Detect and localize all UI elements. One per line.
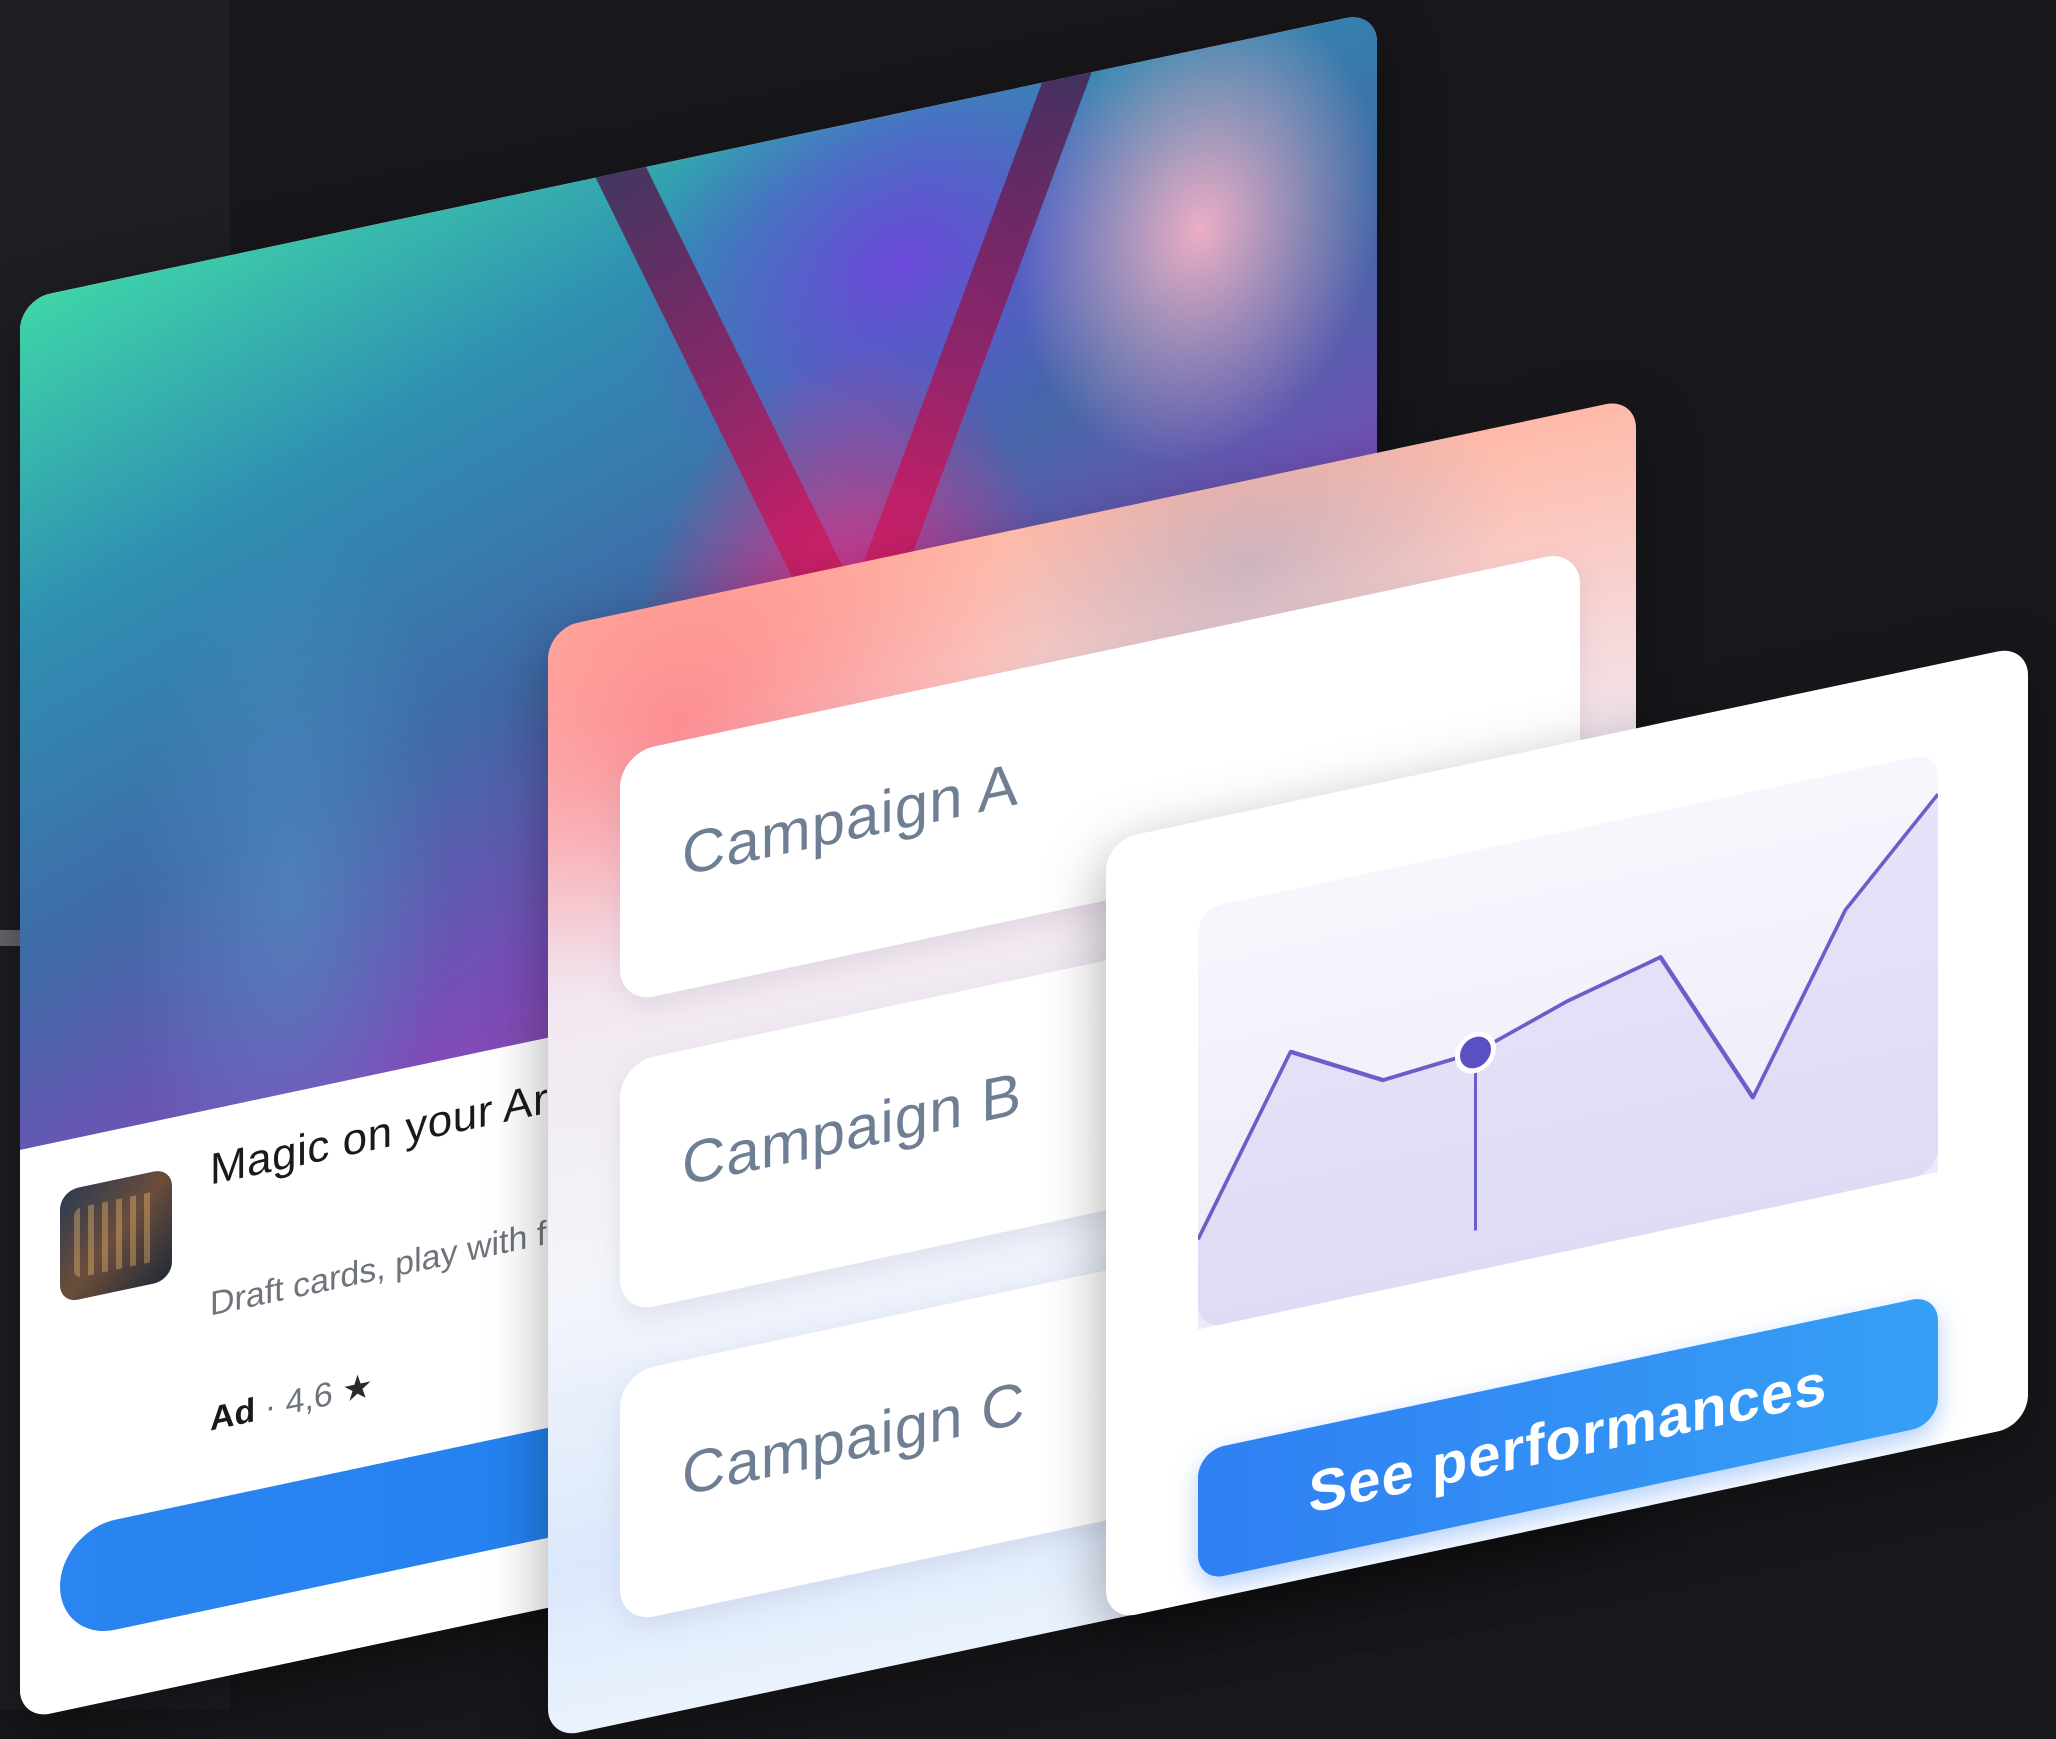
campaign-label: Campaign B bbox=[682, 1058, 1022, 1199]
campaign-label: Campaign A bbox=[682, 749, 1019, 890]
star-icon: ★ bbox=[342, 1366, 372, 1410]
see-performances-button[interactable]: See performances bbox=[1198, 1294, 1938, 1581]
meta-separator: · bbox=[265, 1385, 286, 1427]
campaign-label: Campaign C bbox=[682, 1368, 1026, 1510]
ad-meta: Ad · 4,6 ★ bbox=[210, 1365, 373, 1440]
app-thumbnail bbox=[60, 1168, 172, 1304]
ad-label: Ad bbox=[210, 1391, 255, 1439]
edge-marker bbox=[0, 930, 20, 946]
ad-rating: 4,6 bbox=[286, 1375, 333, 1423]
chart-area-fill bbox=[1198, 794, 1938, 1329]
line-chart-svg bbox=[1198, 752, 1938, 1329]
performance-chart bbox=[1198, 752, 1938, 1329]
